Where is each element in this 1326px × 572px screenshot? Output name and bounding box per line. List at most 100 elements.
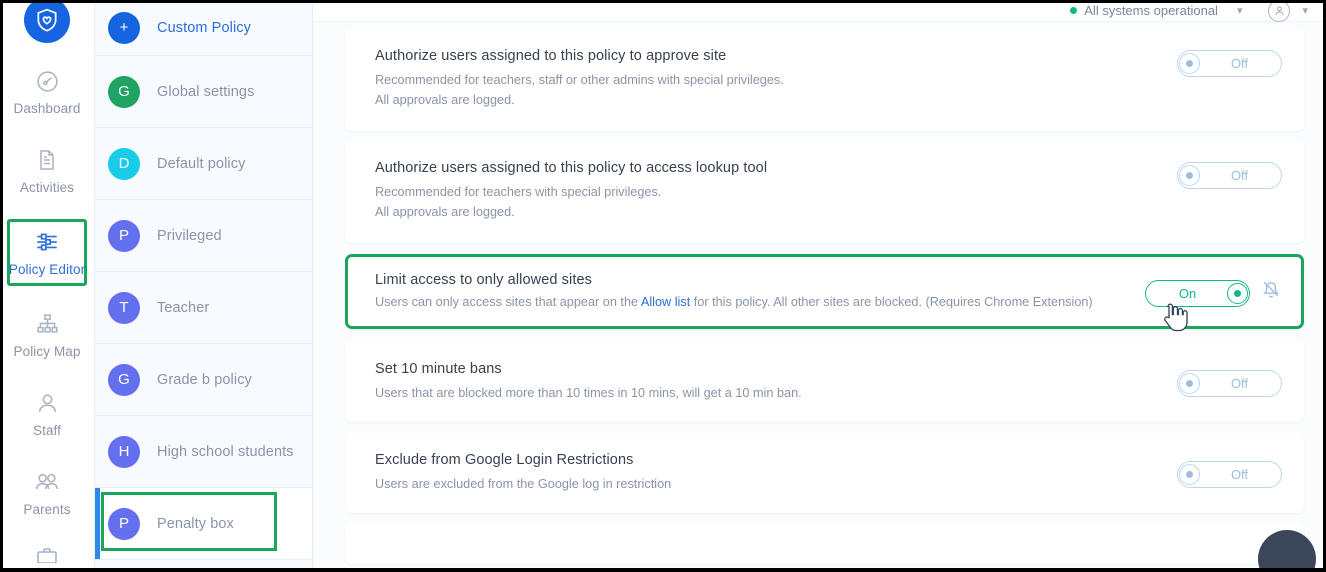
bell-muted-icon[interactable] <box>1260 278 1282 305</box>
setting-title: Authorize users assigned to this policy … <box>375 160 768 176</box>
setting-description-line1: Recommended for teachers with special pr… <box>375 185 662 199</box>
toggle-knob <box>1179 165 1200 186</box>
shield-heart-logo[interactable] <box>24 0 70 43</box>
policy-list-item-label: High school students <box>157 443 294 460</box>
sidebar-item-label: Activities <box>19 180 75 195</box>
setting-card-approve-site: Authorize users assigned to this policy … <box>345 30 1304 131</box>
setting-description-line1: Users are excluded from the Google log i… <box>375 477 672 492</box>
main-content: All systems operational ▾ ▾ Authorize us… <box>313 0 1326 572</box>
avatar: H <box>108 435 140 468</box>
dashboard-gauge-icon <box>32 66 62 96</box>
primary-nav-rail: Dashboard Activities Policy Editor Polic… <box>0 0 95 572</box>
avatar: G <box>108 363 140 396</box>
window-frame-top <box>0 0 1326 3</box>
document-lines-icon <box>32 145 62 175</box>
avatar: + <box>108 11 140 44</box>
chevron-down-icon-user[interactable]: ▾ <box>1302 4 1308 17</box>
toggle-area: Off <box>1177 367 1282 398</box>
setting-title: Authorize users assigned to this policy … <box>375 48 727 64</box>
policy-list-item-label: Teacher <box>157 299 210 316</box>
window-frame-bottom <box>0 568 1326 572</box>
policy-list-item-penalty-box[interactable]: P Penalty box <box>95 488 312 560</box>
toggle-area: Off <box>1177 47 1282 77</box>
setting-text: Limit access to only allowed sites Users… <box>375 271 1093 313</box>
policy-list-item-teacher[interactable]: T Teacher <box>95 272 312 344</box>
settings-card-list: Authorize users assigned to this policy … <box>313 22 1326 564</box>
setting-description: Users can only access sites that appear … <box>375 293 1093 313</box>
setting-text: Set 10 minute bans Users that are blocke… <box>375 360 802 404</box>
setting-card-lookup-tool: Authorize users assigned to this policy … <box>345 142 1304 243</box>
sidebar-item-parents[interactable]: Parents <box>7 462 87 523</box>
setting-description-pre: Users can only access sites that appear … <box>375 295 641 309</box>
avatar: D <box>108 147 140 180</box>
policy-list-item-custom[interactable]: + Custom Policy <box>95 0 312 56</box>
setting-toggle-approve-site[interactable]: Off <box>1177 50 1282 77</box>
setting-toggle-limit-access[interactable]: On <box>1145 279 1250 331</box>
sitemap-icon <box>32 309 62 339</box>
avatar: P <box>108 507 140 540</box>
sidebar-item-activities[interactable]: Activities <box>7 140 87 201</box>
sidebar-item-label: Dashboard <box>13 101 81 116</box>
sidebar-item-label: Staff <box>32 423 62 438</box>
sidebar-item-label: Policy Editor <box>8 262 86 277</box>
people-group-icon <box>32 467 62 497</box>
person-icon <box>32 388 62 418</box>
setting-card-limit-access: Limit access to only allowed sites Users… <box>345 254 1304 331</box>
avatar: P <box>108 219 140 252</box>
status-dot <box>1070 7 1078 14</box>
sidebar-item-policy-editor[interactable]: Policy Editor <box>7 219 87 286</box>
setting-title: Limit access to only allowed sites <box>375 272 592 288</box>
sidebar-item-dashboard[interactable]: Dashboard <box>7 61 87 122</box>
policy-list-item-high-school-students[interactable]: H High school students <box>95 416 312 488</box>
avatar: G <box>108 75 140 108</box>
sliders-icon <box>32 227 62 257</box>
policy-list[interactable]: + Custom Policy G Global settings D Defa… <box>95 0 313 572</box>
setting-toggle-lookup-tool[interactable]: Off <box>1177 162 1282 189</box>
setting-text: Authorize users assigned to this policy … <box>375 159 767 222</box>
setting-card-10-minute-bans: Set 10 minute bans Users that are blocke… <box>345 341 1304 422</box>
policy-list-item-label: Custom Policy <box>157 19 251 36</box>
avatar: T <box>108 291 140 324</box>
policy-list-item-label: Grade b policy <box>157 371 252 388</box>
selected-indicator <box>95 488 100 559</box>
setting-text: Authorize users assigned to this policy … <box>375 47 784 110</box>
setting-card-exclude-google-login: Exclude from Google Login Restrictions U… <box>345 432 1304 513</box>
policy-list-item-default-policy[interactable]: D Default policy <box>95 128 312 200</box>
policy-list-item-label: Penalty box <box>157 515 234 532</box>
sidebar-item-overflow[interactable] <box>7 539 87 563</box>
user-circle-icon[interactable] <box>1268 0 1291 22</box>
toggle-area: Off <box>1177 458 1282 489</box>
app-window: Dashboard Activities Policy Editor Polic… <box>0 0 1326 572</box>
sidebar-item-label: Policy Map <box>13 344 81 359</box>
setting-text: Exclude from Google Login Restrictions U… <box>375 451 671 495</box>
sidebar-item-staff[interactable]: Staff <box>7 383 87 444</box>
top-bar: All systems operational ▾ ▾ <box>313 0 1326 22</box>
window-frame-left <box>0 0 3 572</box>
chevron-down-icon[interactable]: ▾ <box>1237 4 1243 17</box>
setting-card-partial <box>345 523 1304 564</box>
toggle-knob <box>1179 53 1200 74</box>
setting-title: Exclude from Google Login Restrictions <box>375 452 634 469</box>
setting-description-line2: All approvals are logged. <box>375 92 515 107</box>
policy-list-item-privileged[interactable]: P Privileged <box>95 200 312 272</box>
sidebar-item-policy-map[interactable]: Policy Map <box>7 304 87 365</box>
setting-description-line2: All approvals are logged. <box>375 204 515 219</box>
system-status[interactable]: All systems operational ▾ <box>1070 3 1242 18</box>
policy-list-item-grade-b-policy[interactable]: G Grade b policy <box>95 344 312 416</box>
policy-list-item-global-settings[interactable]: G Global settings <box>95 56 312 128</box>
toggle-area: On <box>1145 277 1282 331</box>
sidebar-item-label: Parents <box>23 502 71 517</box>
setting-toggle-exclude-google-login[interactable]: Off <box>1177 461 1282 489</box>
status-label: All systems operational <box>1084 3 1218 18</box>
allow-list-link[interactable]: Allow list <box>641 295 690 309</box>
policy-list-item-label: Privileged <box>157 227 222 244</box>
toggle-area: Off <box>1177 159 1282 189</box>
setting-toggle-10-minute-bans[interactable]: Off <box>1177 370 1282 398</box>
policy-list-item-label: Global settings <box>157 83 255 100</box>
briefcase-icon <box>32 544 62 563</box>
mouse-cursor-hand <box>1162 303 1190 333</box>
setting-description-line1: Recommended for teachers, staff or other… <box>375 73 784 87</box>
setting-description-post: for this policy. All other sites are blo… <box>690 295 1093 309</box>
setting-title: Set 10 minute bans <box>375 361 502 378</box>
policy-list-item-label: Default policy <box>157 155 246 172</box>
